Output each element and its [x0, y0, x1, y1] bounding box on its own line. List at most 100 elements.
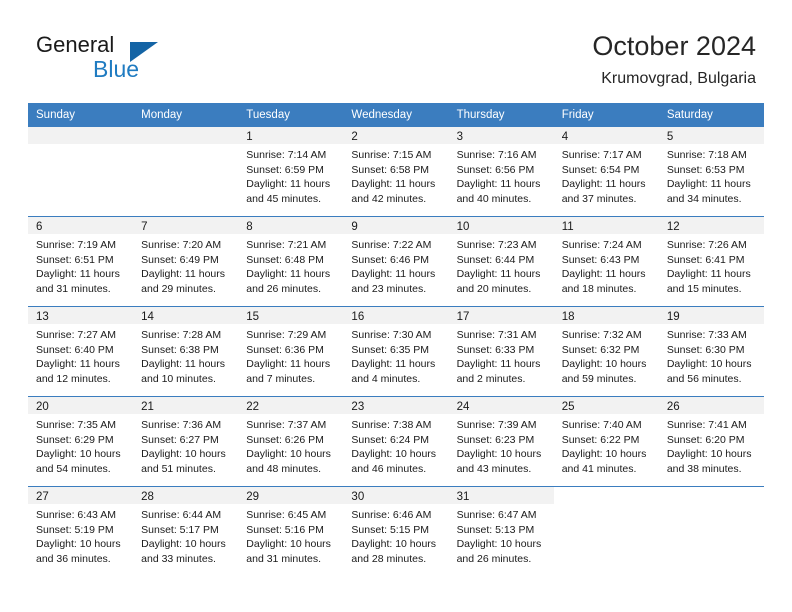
sunrise-text: Sunrise: 6:46 AM: [351, 509, 432, 521]
daylight-text: Daylight: 10 hours: [36, 538, 121, 551]
calendar-day-cell[interactable]: 25 Sunrise: 7:40 AM Sunset: 6:22 PM Dayligh…: [553, 396, 659, 487]
sunrise-text: Sunrise: 7:18 AM: [666, 149, 747, 161]
day-cell-inner: 31 Sunrise: 6:47 AM Sunset: 5:13 PM Dayligh…: [448, 487, 554, 576]
day-cell-inner: 29 Sunrise: 6:45 AM Sunset: 5:16 PM Dayligh…: [238, 487, 344, 576]
day-cell-inner: 6 Sunrise: 7:19 AM Sunset: 6:51 PM Daylight…: [28, 217, 134, 306]
logo-text-blue: Blue: [93, 56, 140, 82]
sunset-text: Sunset: 6:38 PM: [141, 343, 219, 356]
daylight-text: and 40 minutes.: [456, 192, 532, 205]
sunset-text: Sunset: 6:51 PM: [36, 253, 114, 266]
sunset-text: Sunset: 6:59 PM: [246, 163, 324, 176]
day-number-band: 17: [448, 307, 554, 324]
calendar-day-cell[interactable]: 3 Sunrise: 7:16 AM Sunset: 6:56 PM Daylight…: [448, 127, 554, 217]
day-number-band: 28: [133, 487, 239, 504]
daylight-text: and 2 minutes.: [456, 372, 526, 385]
weekday-header-friday: Friday: [553, 103, 659, 127]
calendar-day-cell[interactable]: 11 Sunrise: 7:24 AM Sunset: 6:43 PM Dayligh…: [553, 216, 659, 307]
page-title: October 2024: [592, 31, 756, 61]
day-number-band: 29: [238, 487, 344, 504]
calendar-day-cell[interactable]: 10 Sunrise: 7:23 AM Sunset: 6:44 PM Dayligh…: [448, 216, 554, 307]
sunrise-text: Sunrise: 7:17 AM: [561, 149, 642, 161]
calendar-day-cell[interactable]: 30 Sunrise: 6:46 AM Sunset: 5:15 PM Dayligh…: [343, 486, 449, 576]
calendar-day-cell[interactable]: 6 Sunrise: 7:19 AM Sunset: 6:51 PM Daylight…: [28, 216, 134, 307]
calendar-day-cell[interactable]: 29 Sunrise: 6:45 AM Sunset: 5:16 PM Dayligh…: [238, 486, 344, 576]
day-number: 19: [666, 311, 680, 323]
daylight-text: and 20 minutes.: [456, 282, 532, 295]
daylight-text: Daylight: 11 hours: [351, 268, 436, 281]
calendar-header-row: Sunday Monday Tuesday Wednesday Thursday Frid…: [28, 103, 764, 127]
calendar-day-cell[interactable]: 5 Sunrise: 7:18 AM Sunset: 6:53 PM Daylight…: [658, 127, 764, 217]
day-cell-inner: 24 Sunrise: 7:39 AM Sunset: 6:23 PM Dayligh…: [448, 397, 554, 486]
daylight-text: Daylight: 11 hours: [141, 268, 225, 281]
sunset-text: Sunset: 5:16 PM: [246, 523, 324, 536]
calendar-day-cell[interactable]: 23 Sunrise: 7:38 AM Sunset: 6:24 PM Dayligh…: [343, 396, 449, 487]
daylight-text: Daylight: 11 hours: [456, 178, 541, 191]
day-detail-lines: Sunrise: 7:33 AM Sunset: 6:30 PM Daylight:…: [659, 324, 764, 386]
calendar-day-cell[interactable]: 8 Sunrise: 7:21 AM Sunset: 6:48 PM Daylight…: [238, 216, 344, 307]
day-number: 31: [456, 491, 470, 503]
calendar-day-cell[interactable]: 13 Sunrise: 7:27 AM Sunset: 6:40 PM Dayligh…: [28, 306, 134, 397]
calendar-day-cell[interactable]: 26 Sunrise: 7:41 AM Sunset: 6:20 PM Dayligh…: [658, 396, 764, 487]
day-number-band: 5: [658, 127, 764, 144]
daylight-text: Daylight: 10 hours: [351, 538, 437, 551]
day-number-band: 13: [28, 307, 134, 324]
day-number-band: 23: [343, 397, 449, 414]
day-number-band: [133, 127, 239, 144]
general-blue-logo[interactable]: General Blue: [36, 32, 256, 88]
calendar-day-cell[interactable]: 12 Sunrise: 7:26 AM Sunset: 6:41 PM Dayligh…: [658, 216, 764, 307]
sunset-text: Sunset: 5:13 PM: [456, 523, 535, 536]
day-number-band: 20: [28, 397, 134, 414]
day-cell-inner: 3 Sunrise: 7:16 AM Sunset: 6:56 PM Daylight…: [448, 127, 554, 216]
calendar-day-cell[interactable]: 27 Sunrise: 6:43 AM Sunset: 5:19 PM Dayligh…: [28, 486, 134, 576]
day-detail-lines: Sunrise: 7:24 AM Sunset: 6:43 PM Daylight:…: [554, 234, 659, 296]
day-cell-inner: 1 Sunrise: 7:14 AM Sunset: 6:59 PM Daylight…: [238, 127, 344, 216]
calendar-day-cell[interactable]: 17 Sunrise: 7:31 AM Sunset: 6:33 PM Dayligh…: [448, 306, 554, 397]
day-cell-inner: 10 Sunrise: 7:23 AM Sunset: 6:44 PM Dayligh…: [448, 217, 554, 306]
calendar-day-cell[interactable]: 31 Sunrise: 6:47 AM Sunset: 5:13 PM Dayligh…: [448, 486, 554, 576]
calendar-day-cell[interactable]: 9 Sunrise: 7:22 AM Sunset: 6:46 PM Daylight…: [343, 216, 449, 307]
weekday-header-thursday: Thursday: [448, 103, 554, 127]
day-detail-lines: Sunrise: 7:31 AM Sunset: 6:33 PM Daylight:…: [449, 324, 554, 386]
day-number-band: 22: [238, 397, 344, 414]
day-number-band: 8: [238, 217, 344, 234]
calendar-day-cell[interactable]: 24 Sunrise: 7:39 AM Sunset: 6:23 PM Dayligh…: [448, 396, 554, 487]
daylight-text: Daylight: 10 hours: [456, 448, 542, 461]
calendar-day-cell[interactable]: 16 Sunrise: 7:30 AM Sunset: 6:35 PM Dayligh…: [343, 306, 449, 397]
day-number-band: 24: [448, 397, 554, 414]
daylight-text: and 56 minutes.: [666, 372, 742, 385]
calendar-day-cell[interactable]: 22 Sunrise: 7:37 AM Sunset: 6:26 PM Dayligh…: [238, 396, 344, 487]
day-number: 7: [141, 221, 148, 233]
sunrise-text: Sunrise: 7:39 AM: [456, 419, 537, 431]
calendar-day-cell[interactable]: 18 Sunrise: 7:32 AM Sunset: 6:32 PM Dayligh…: [553, 306, 659, 397]
day-number-band: 4: [553, 127, 659, 144]
calendar-day-cell[interactable]: 2 Sunrise: 7:15 AM Sunset: 6:58 PM Daylight…: [343, 127, 449, 217]
calendar-page: General Blue October 2024 Krumovgrad, Bu…: [0, 0, 792, 612]
page-header: General Blue October 2024 Krumovgrad, Bu…: [0, 0, 792, 96]
calendar-day-cell[interactable]: 4 Sunrise: 7:17 AM Sunset: 6:54 PM Daylight…: [553, 127, 659, 217]
daylight-text: and 54 minutes.: [36, 462, 111, 475]
sunset-text: Sunset: 6:33 PM: [456, 343, 535, 356]
day-number: 9: [351, 221, 358, 233]
daylight-text: Daylight: 10 hours: [141, 538, 226, 551]
day-cell-inner: [133, 127, 239, 216]
sunrise-text: Sunrise: 7:21 AM: [246, 239, 327, 251]
day-detail-lines: Sunrise: 7:30 AM Sunset: 6:35 PM Daylight:…: [343, 324, 448, 386]
day-detail-lines: Sunrise: 7:20 AM Sunset: 6:49 PM Daylight:…: [133, 234, 238, 296]
daylight-text: Daylight: 11 hours: [36, 268, 120, 281]
daylight-text: Daylight: 10 hours: [456, 538, 542, 551]
calendar-day-cell[interactable]: 19 Sunrise: 7:33 AM Sunset: 6:30 PM Dayligh…: [658, 306, 764, 397]
calendar-day-cell[interactable]: 1 Sunrise: 7:14 AM Sunset: 6:59 PM Daylight…: [238, 127, 344, 217]
day-number: 3: [456, 131, 463, 143]
calendar-day-cell[interactable]: 21 Sunrise: 7:36 AM Sunset: 6:27 PM Dayligh…: [133, 396, 239, 487]
day-cell-inner: 17 Sunrise: 7:31 AM Sunset: 6:33 PM Dayligh…: [448, 307, 554, 396]
sunset-text: Sunset: 6:27 PM: [141, 433, 219, 446]
calendar-day-cell[interactable]: 28 Sunrise: 6:44 AM Sunset: 5:17 PM Dayligh…: [133, 486, 239, 576]
day-number-band: 25: [553, 397, 659, 414]
day-number-band: 10: [448, 217, 554, 234]
calendar-day-cell[interactable]: 20 Sunrise: 7:35 AM Sunset: 6:29 PM Dayligh…: [28, 396, 134, 487]
day-number: 25: [561, 401, 575, 413]
calendar-day-cell[interactable]: 7 Sunrise: 7:20 AM Sunset: 6:49 PM Daylight…: [133, 216, 239, 307]
calendar-day-cell[interactable]: 15 Sunrise: 7:29 AM Sunset: 6:36 PM Dayligh…: [238, 306, 344, 397]
sunrise-text: Sunrise: 7:19 AM: [36, 239, 116, 251]
calendar-day-cell[interactable]: 14 Sunrise: 7:28 AM Sunset: 6:38 PM Dayligh…: [133, 306, 239, 397]
